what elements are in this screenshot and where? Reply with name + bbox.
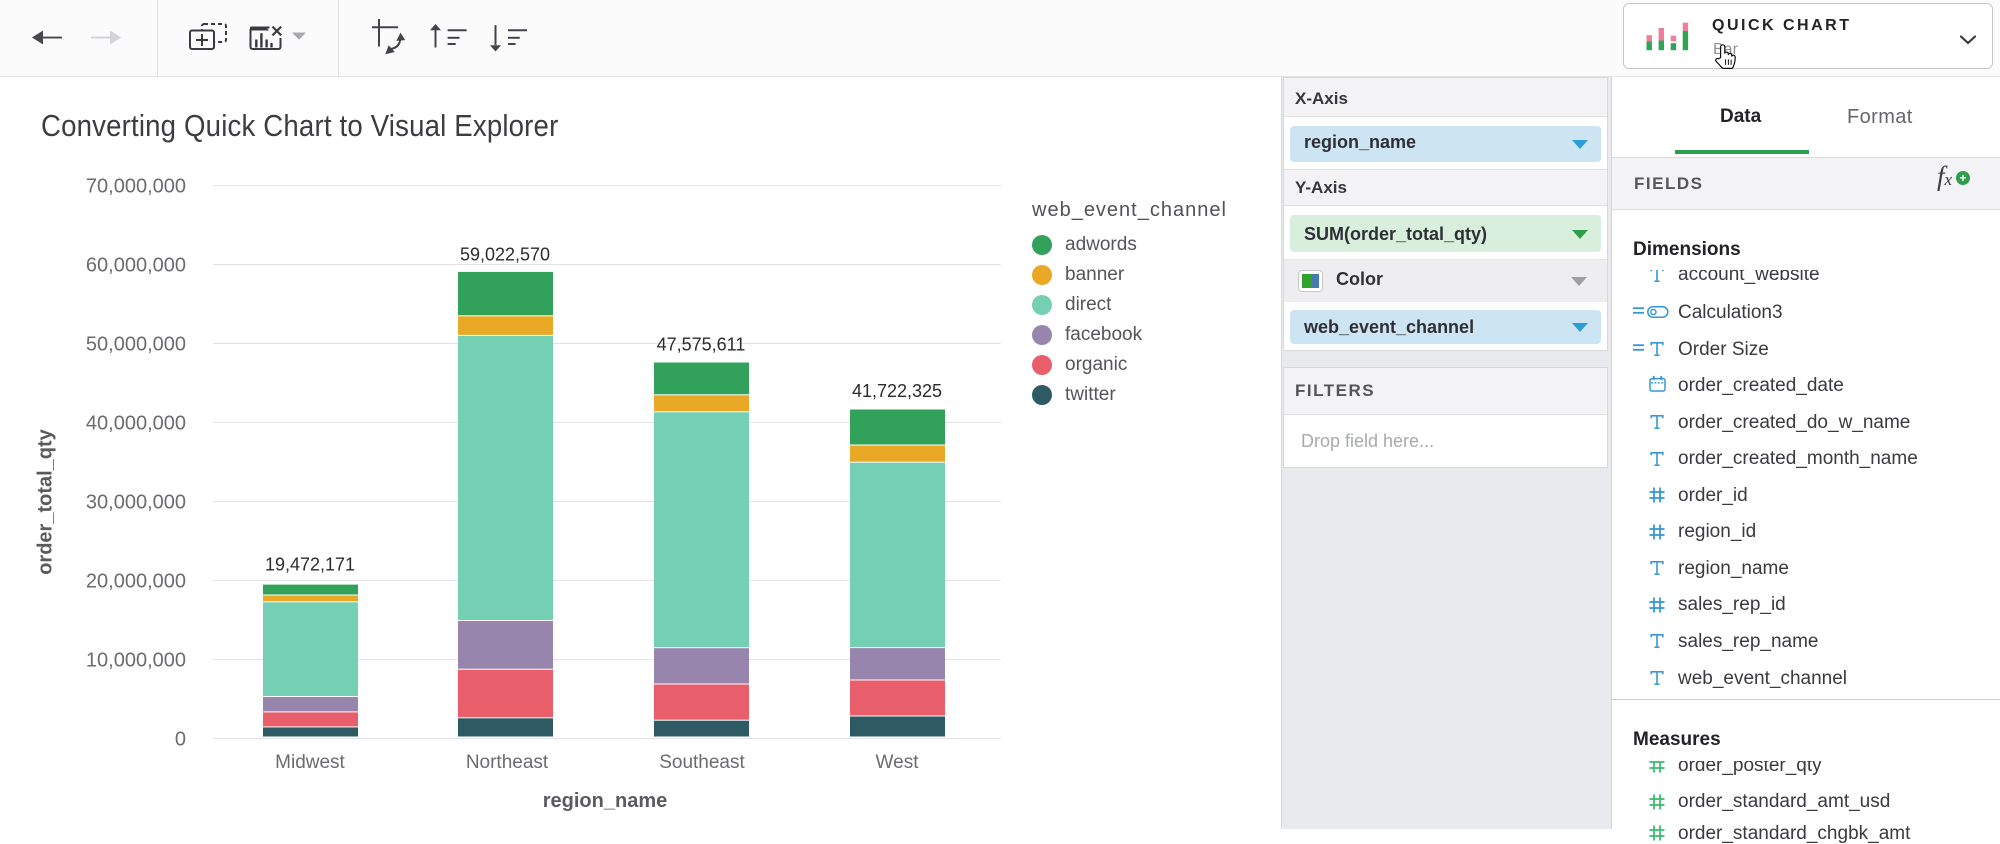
svg-text:41,722,325: 41,722,325 (852, 381, 942, 401)
svg-text:47,575,611: 47,575,611 (657, 335, 746, 355)
svg-text:59,022,570: 59,022,570 (460, 245, 550, 265)
svg-text:Northeast: Northeast (466, 752, 549, 773)
svg-text:30,000,000: 30,000,000 (86, 492, 186, 514)
svg-text:region_name: region_name (543, 790, 667, 812)
svg-text:60,000,000: 60,000,000 (86, 255, 186, 277)
svg-text:10,000,000: 10,000,000 (86, 650, 186, 672)
svg-text:19,472,171: 19,472,171 (265, 555, 355, 575)
svg-text:Midwest: Midwest (275, 752, 345, 773)
svg-text:West: West (876, 752, 920, 773)
svg-text:50,000,000: 50,000,000 (86, 334, 186, 356)
svg-text:70,000,000: 70,000,000 (86, 176, 186, 198)
svg-text:0: 0 (175, 729, 186, 751)
svg-text:Southeast: Southeast (659, 752, 745, 773)
svg-text:20,000,000: 20,000,000 (86, 571, 186, 593)
svg-text:40,000,000: 40,000,000 (86, 413, 186, 435)
svg-text:order_total_qty: order_total_qty (35, 428, 57, 574)
